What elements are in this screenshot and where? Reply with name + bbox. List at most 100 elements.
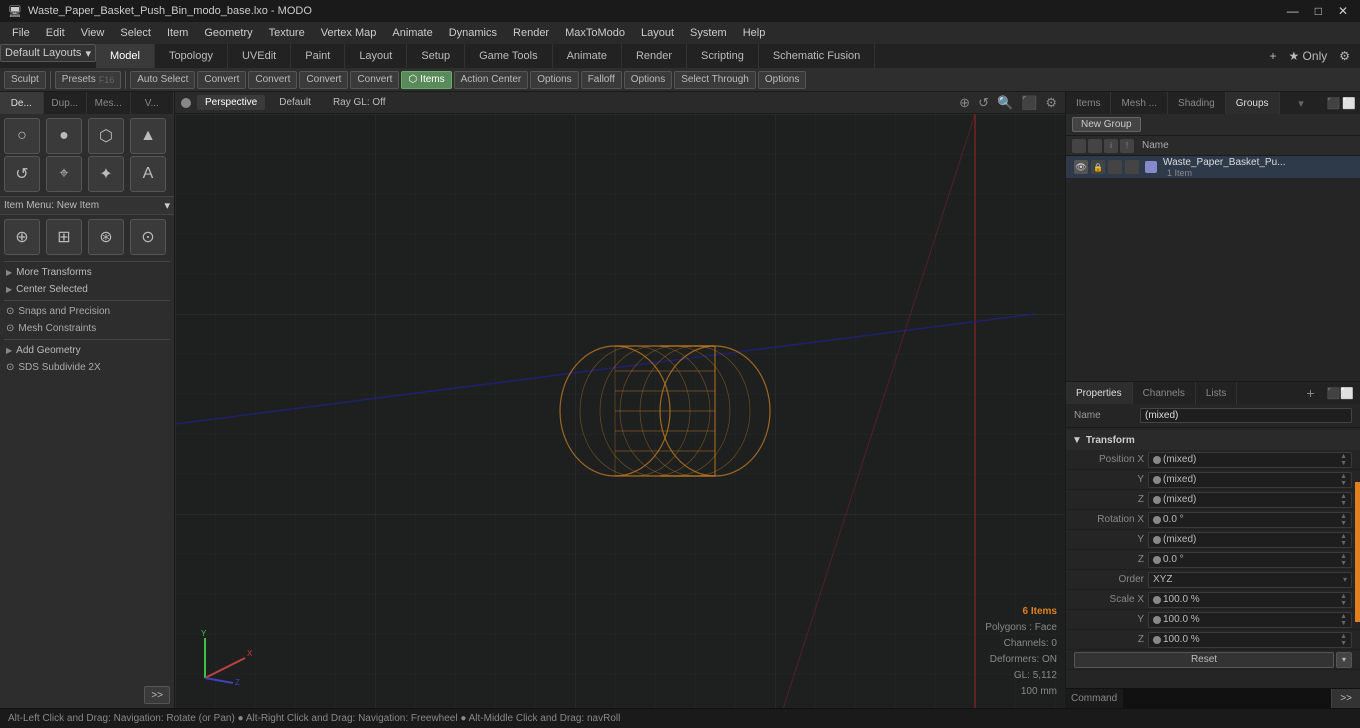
vp-tab-raygl[interactable]: Ray GL: Off	[325, 95, 394, 110]
tool-sphere-icon[interactable]: ○	[4, 118, 40, 154]
rtab-mesh[interactable]: Mesh ...	[1111, 92, 1168, 114]
tab-paint[interactable]: Paint	[291, 44, 345, 68]
tab-schematic-fusion[interactable]: Schematic Fusion	[759, 44, 875, 68]
vp-fit-icon[interactable]: ⬛	[1019, 95, 1039, 111]
tab-topology[interactable]: Topology	[155, 44, 228, 68]
tab-scripting[interactable]: Scripting	[687, 44, 759, 68]
mesh-constraints-btn[interactable]: ⊙ Mesh Constraints	[0, 320, 174, 337]
tool-text-icon[interactable]: A	[130, 156, 166, 192]
reset-dropdown-btn[interactable]: ▾	[1336, 652, 1352, 668]
viewport-canvas[interactable]: X Y Z 6 Items Polygons : Face Channels: …	[175, 114, 1065, 708]
menu-render[interactable]: Render	[505, 25, 557, 41]
rotation-x-field[interactable]: 0.0 ° ▲ ▼	[1148, 512, 1352, 528]
scale-y-arrows[interactable]: ▲ ▼	[1340, 613, 1347, 627]
sidebar-tab-de[interactable]: De...	[0, 92, 44, 114]
tool-cylinder-icon[interactable]: ⬡	[88, 118, 124, 154]
tab-render[interactable]: Render	[622, 44, 687, 68]
auto-select-btn[interactable]: Auto Select	[130, 71, 195, 89]
item-menu-row[interactable]: Item Menu: New Item ▾	[0, 196, 174, 215]
pos-z-arrows[interactable]: ▲ ▼	[1340, 493, 1347, 507]
command-input[interactable]	[1123, 689, 1331, 708]
vp-search-icon[interactable]: 🔍	[995, 95, 1015, 111]
add-geometry-btn[interactable]: ▶ Add Geometry	[0, 342, 174, 359]
right-top-maximize-icon[interactable]: ⬛	[1327, 97, 1341, 110]
menu-item[interactable]: Item	[159, 25, 196, 41]
menu-system[interactable]: System	[682, 25, 735, 41]
falloff-btn[interactable]: Falloff	[581, 71, 622, 89]
options3-btn[interactable]: Options	[758, 71, 806, 89]
rot-x-arrows[interactable]: ▲ ▼	[1340, 513, 1347, 527]
tab-layout[interactable]: Layout	[345, 44, 407, 68]
eye-icon[interactable]: 👁	[1074, 160, 1088, 174]
tab-setup[interactable]: Setup	[407, 44, 465, 68]
position-z-field[interactable]: (mixed) ▲ ▼	[1148, 492, 1352, 508]
convert3-btn[interactable]: Convert	[299, 71, 348, 89]
command-submit-btn[interactable]: >>	[1331, 689, 1360, 708]
scale-x-arrows[interactable]: ▲ ▼	[1340, 593, 1347, 607]
more-btn[interactable]: >>	[144, 686, 170, 704]
menu-maxtomodo[interactable]: MaxToModo	[557, 25, 633, 41]
tab-game-tools[interactable]: Game Tools	[465, 44, 553, 68]
menu-edit[interactable]: Edit	[38, 25, 73, 41]
tool-scatter-icon[interactable]: ⊛	[88, 219, 124, 255]
new-group-btn[interactable]: New Group	[1072, 117, 1141, 132]
tab-uvedit[interactable]: UVEdit	[228, 44, 291, 68]
menu-view[interactable]: View	[73, 25, 113, 41]
rot-y-arrows[interactable]: ▲ ▼	[1340, 533, 1347, 547]
maximize-btn[interactable]: □	[1311, 4, 1326, 18]
rotation-y-field[interactable]: (mixed) ▲ ▼	[1148, 532, 1352, 548]
render-icon[interactable]	[1125, 160, 1139, 174]
rotation-z-field[interactable]: 0.0 ° ▲ ▼	[1148, 552, 1352, 568]
group-item-waste-basket[interactable]: 👁 🔒 Waste_Paper_Basket_Pu... 1 Item	[1066, 156, 1360, 178]
name-input[interactable]	[1140, 408, 1352, 423]
add-tab-btn[interactable]: +	[1265, 49, 1280, 63]
scale-y-field[interactable]: 100.0 % ▲ ▼	[1148, 612, 1352, 628]
rtab-groups[interactable]: Groups	[1226, 92, 1280, 114]
sds-subdivide-btn[interactable]: ⊙ SDS Subdivide 2X	[0, 359, 174, 376]
scale-z-field[interactable]: 100.0 % ▲ ▼	[1148, 632, 1352, 648]
tool-circle-icon[interactable]: ⊙	[130, 219, 166, 255]
menu-vertex-map[interactable]: Vertex Map	[313, 25, 385, 41]
sidebar-tab-mes[interactable]: Mes...	[87, 92, 131, 114]
scale-z-arrows[interactable]: ▲ ▼	[1340, 633, 1347, 647]
sculpt-btn[interactable]: Sculpt	[4, 71, 46, 89]
convert1-btn[interactable]: Convert	[197, 71, 246, 89]
rbtab-lists[interactable]: Lists	[1196, 382, 1238, 404]
pos-y-arrows[interactable]: ▲ ▼	[1340, 473, 1347, 487]
options2-btn[interactable]: Options	[624, 71, 672, 89]
vis-icon[interactable]	[1108, 160, 1122, 174]
options1-btn[interactable]: Options	[530, 71, 578, 89]
menu-dynamics[interactable]: Dynamics	[441, 25, 505, 41]
vp-rotate-icon[interactable]: ↺	[976, 95, 991, 111]
pos-x-arrows[interactable]: ▲ ▼	[1340, 453, 1347, 467]
presets-btn[interactable]: Presets F16	[55, 71, 121, 89]
vp-tab-default[interactable]: Default	[271, 95, 319, 110]
convert4-btn[interactable]: Convert	[350, 71, 399, 89]
more-transforms-btn[interactable]: ▶ More Transforms	[0, 264, 174, 281]
tab-animate[interactable]: Animate	[553, 44, 622, 68]
settings-icon[interactable]: ⚙	[1335, 49, 1354, 63]
tool-ball-icon[interactable]: ●	[46, 118, 82, 154]
layout-dropdown[interactable]: Default Layouts ▾	[0, 44, 96, 62]
viewport[interactable]: Perspective Default Ray GL: Off ⊕ ↺ 🔍 ⬛ …	[175, 92, 1065, 708]
rot-z-arrows[interactable]: ▲ ▼	[1340, 553, 1347, 567]
rbtab-properties[interactable]: Properties	[1066, 382, 1133, 404]
rtab-expand-btn[interactable]: ▾	[1292, 92, 1310, 114]
tool-add-icon[interactable]: ⊕	[4, 219, 40, 255]
menu-geometry[interactable]: Geometry	[196, 25, 260, 41]
rtab-items[interactable]: Items	[1066, 92, 1111, 114]
sidebar-tab-v[interactable]: V...	[131, 92, 175, 114]
menu-animate[interactable]: Animate	[384, 25, 440, 41]
vp-settings-icon[interactable]: ⚙	[1043, 95, 1059, 111]
menu-texture[interactable]: Texture	[261, 25, 313, 41]
items-btn[interactable]: ⬡ Items	[401, 71, 451, 89]
titlebar-controls[interactable]: — □ ✕	[1283, 4, 1352, 18]
rbtab-expand-btn[interactable]: ⬛ ⬜	[1321, 382, 1360, 404]
sidebar-tab-dup[interactable]: Dup...	[44, 92, 88, 114]
rtab-shading[interactable]: Shading	[1168, 92, 1226, 114]
snaps-precision-btn[interactable]: ⊙ Snaps and Precision	[0, 303, 174, 320]
right-top-expand-icon[interactable]: ⬜	[1342, 97, 1356, 110]
vp-tab-perspective[interactable]: Perspective	[197, 95, 265, 110]
action-center-btn[interactable]: Action Center	[454, 71, 529, 89]
scale-x-field[interactable]: 100.0 % ▲ ▼	[1148, 592, 1352, 608]
